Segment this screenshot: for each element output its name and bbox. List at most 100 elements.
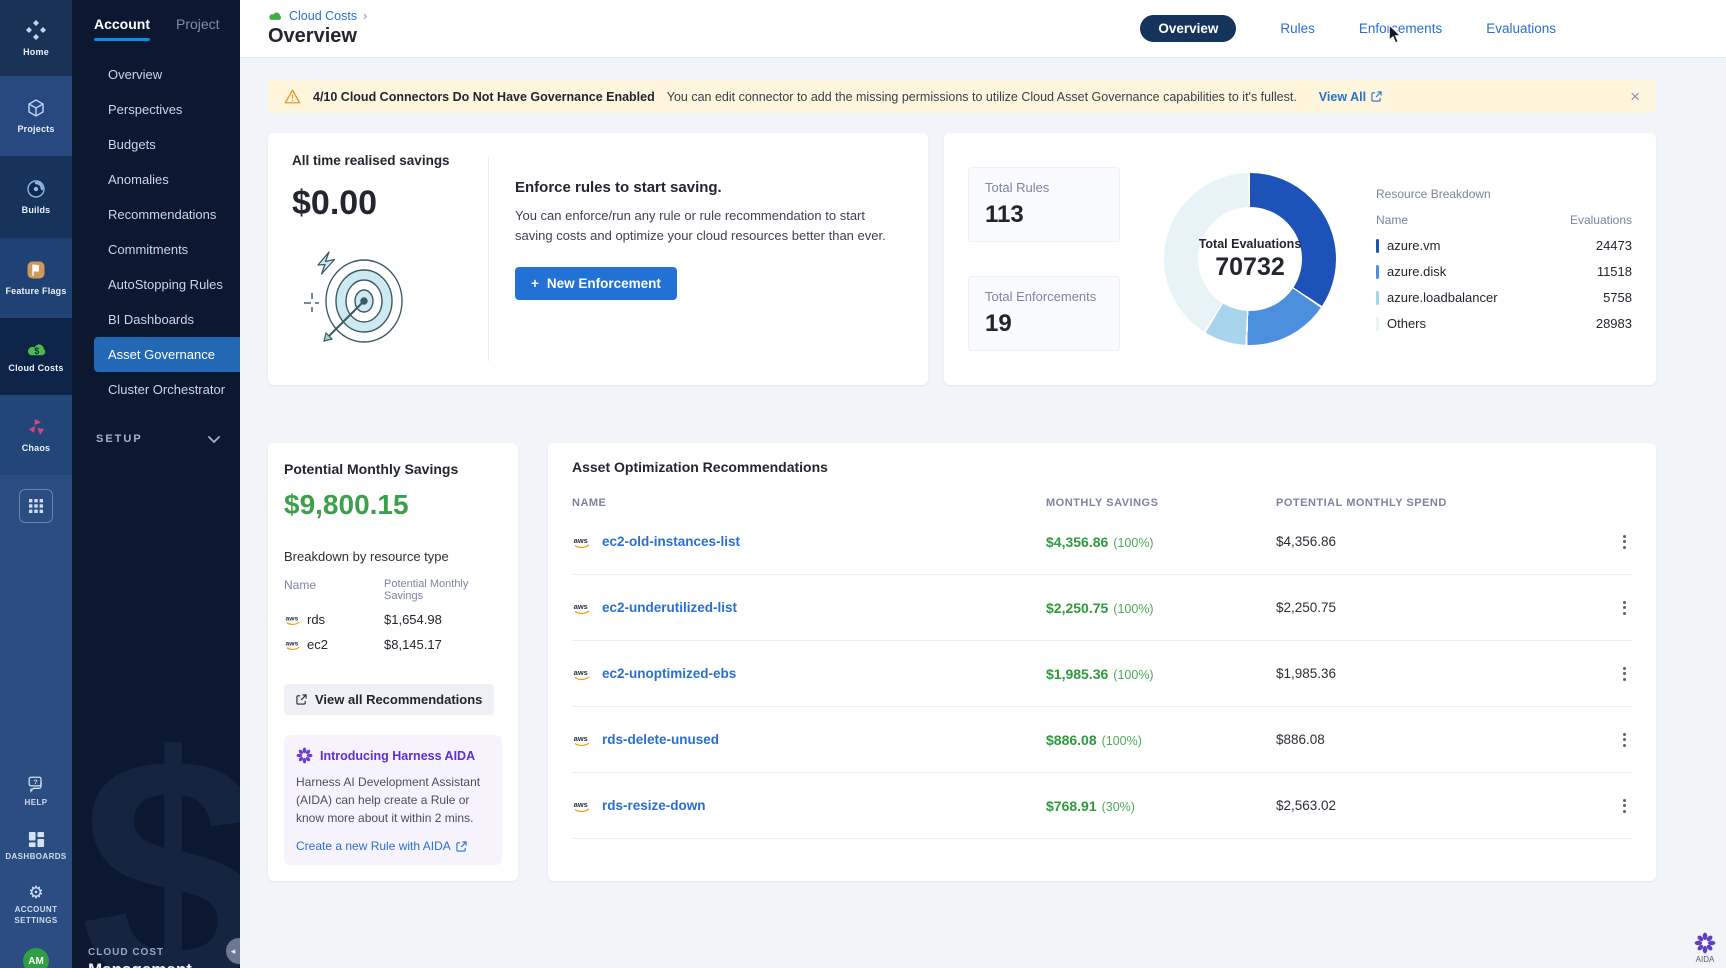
gear-icon: ⚙ [28,884,43,901]
chaos-icon [26,417,46,437]
sidebar-item-budgets[interactable]: Budgets [72,127,240,162]
page-content: 4/10 Cloud Connectors Do Not Have Govern… [240,58,1726,968]
breakdown-rds-name: rds [307,612,325,627]
donut-center-value: 70732 [1215,253,1285,282]
banner-close-icon[interactable]: × [1630,88,1640,105]
aws-icon: aws [572,667,592,681]
svg-text:?: ? [33,780,37,787]
rail-label-projects: Projects [17,124,54,134]
banner-view-all-link[interactable]: View All [1319,90,1382,104]
rail-item-home[interactable]: Home [0,0,72,76]
rail-item-projects[interactable]: Projects [0,76,72,156]
sidebar-collapse-handle[interactable]: ◂ [226,938,240,964]
legend-marker-others [1376,317,1379,331]
recommendation-link[interactable]: aws rds-delete-unused [572,732,1046,747]
table-row: aws ec2-unoptimized-ebs $1,985.36(100%) … [572,641,1632,707]
legend-col-evaluations: Evaluations [1570,213,1632,227]
tab-rules[interactable]: Rules [1280,21,1315,36]
sidebar-item-anomalies[interactable]: Anomalies [72,162,240,197]
realised-savings-label: All time realised savings [292,153,488,168]
potential-savings-value: $9,800.15 [284,489,502,521]
row-menu-kebab-icon[interactable] [1617,661,1632,687]
breakdown-subtitle: Breakdown by resource type [284,549,502,564]
realised-savings-card: All time realised savings $0.00 [268,133,928,385]
account-settings-button[interactable]: ⚙ ACCOUNT SETTINGS [5,884,67,926]
breakdown-col-value: Potential Monthly Savings [384,578,502,602]
recommendation-link[interactable]: aws ec2-underutilized-list [572,600,1046,615]
legend-row: azure.loadbalancer 5758 [1376,290,1632,305]
rail-item-cloud-costs[interactable]: $ Cloud Costs [0,318,72,395]
scope-tab-project[interactable]: Project [176,16,220,41]
breakdown-col-name: Name [284,578,316,602]
module-switcher-button[interactable] [19,489,53,523]
aws-icon: aws [572,733,592,747]
page-title: Overview [268,25,367,48]
savings-percent: (100%) [1113,668,1153,682]
recommendation-name: ec2-underutilized-list [602,600,737,615]
sidebar-item-overview[interactable]: Overview [72,57,240,92]
rail-item-chaos[interactable]: Chaos [0,395,72,475]
external-link-icon [456,841,467,852]
governance-stats-card: Total Rules 113 Total Enforcements 19 To… [944,133,1656,385]
rail-label-chaos: Chaos [22,443,51,453]
savings-percent: (100%) [1113,536,1153,550]
recommendation-name: ec2-old-instances-list [602,534,740,549]
sidebar-item-recommendations[interactable]: Recommendations [72,197,240,232]
tab-enforcements[interactable]: Enforcements [1359,21,1442,36]
svg-text:aws: aws [574,667,588,676]
cube-icon [26,98,46,118]
breakdown-ec2-name: ec2 [307,637,328,652]
monthly-savings-value: $886.08 [1046,732,1097,748]
tab-evaluations[interactable]: Evaluations [1486,21,1556,36]
row-menu-kebab-icon[interactable] [1617,727,1632,753]
legend-row: azure.vm 24473 [1376,238,1632,253]
savings-percent: (100%) [1113,602,1153,616]
aida-floating-button[interactable]: AIDA [1694,932,1716,964]
row-menu-kebab-icon[interactable] [1617,595,1632,621]
scope-tab-account[interactable]: Account [94,16,150,41]
new-enforcement-button[interactable]: + New Enforcement [515,267,677,300]
sidebar-item-bi-dashboards[interactable]: BI Dashboards [72,302,240,337]
tab-overview[interactable]: Overview [1140,15,1236,42]
asset-optimization-card: Asset Optimization Recommendations NAME … [548,443,1656,881]
user-avatar[interactable]: AM [23,948,49,968]
legend-marker-azure-vm [1376,239,1379,253]
account-settings-label: ACCOUNT SETTINGS [5,905,67,926]
col-monthly-savings: MONTHLY SAVINGS [1046,497,1276,509]
flag-icon [26,260,46,280]
setup-section-toggle[interactable]: SETUP [72,433,240,445]
sidebar-item-asset-governance[interactable]: Asset Governance [94,337,240,372]
view-all-recommendations-label: View all Recommendations [315,692,482,707]
view-all-recommendations-button[interactable]: View all Recommendations [284,684,494,715]
dashboards-button[interactable]: DASHBOARDS [5,831,67,862]
sidebar-item-perspectives[interactable]: Perspectives [72,92,240,127]
svg-text:aws: aws [574,799,588,808]
rail-item-builds[interactable]: Builds [0,156,72,238]
recommendation-link[interactable]: aws rds-resize-down [572,798,1046,813]
aws-icon: aws [284,638,302,651]
aida-promo-card: Introducing Harness AIDA Harness AI Deve… [284,735,502,865]
plus-icon: + [531,276,539,291]
recommendation-link[interactable]: aws ec2-old-instances-list [572,534,1046,549]
savings-percent: (30%) [1102,800,1135,814]
module-rail: Home Projects Builds Feature Flags $ Clo… [0,0,72,968]
row-menu-kebab-icon[interactable] [1617,793,1632,819]
table-row: aws ec2-old-instances-list $4,356.86(100… [572,509,1632,575]
sidebar-item-cluster-orchestrator[interactable]: Cluster Orchestrator [72,372,240,407]
row-menu-kebab-icon[interactable] [1617,529,1632,555]
aida-create-rule-link[interactable]: Create a new Rule with AIDA [296,839,490,853]
breadcrumb-label: Cloud Costs [289,9,357,23]
recommendation-link[interactable]: aws ec2-unoptimized-ebs [572,666,1046,681]
legend-marker-azure-disk [1376,265,1379,279]
breadcrumb[interactable]: Cloud Costs › [268,9,367,23]
cloud-costs-breadcrumb-icon [268,11,283,22]
help-button[interactable]: ? HELP [5,775,67,808]
svg-text:aws: aws [574,733,588,742]
legend-col-name: Name [1376,213,1408,227]
realised-savings-value: $0.00 [292,184,488,223]
rail-item-feature-flags[interactable]: Feature Flags [0,238,72,318]
sidebar-item-autostopping-rules[interactable]: AutoStopping Rules [72,267,240,302]
sidebar-item-commitments[interactable]: Commitments [72,232,240,267]
help-label: HELP [5,798,67,808]
dashboards-icon [28,831,45,848]
